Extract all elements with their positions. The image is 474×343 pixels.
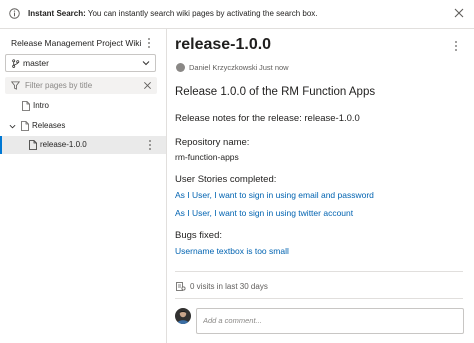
close-icon[interactable] [454, 8, 464, 18]
user-avatar [175, 308, 191, 324]
banner-text: Instant Search: You can instantly search… [28, 9, 318, 18]
more-actions-icon[interactable] [146, 139, 154, 151]
repository-name: rm-function-apps [175, 152, 239, 162]
filter-box [5, 77, 157, 94]
author-avatar [176, 63, 185, 72]
filter-pages-input[interactable] [25, 79, 137, 92]
content-heading: Release 1.0.0 of the RM Function Apps [175, 86, 376, 98]
page-visits[interactable]: 0 visits in last 30 days [190, 282, 268, 291]
branch-label: master [23, 58, 49, 68]
filter-icon [11, 81, 20, 90]
more-actions-icon[interactable] [145, 37, 153, 49]
info-icon [9, 8, 20, 19]
page-icon [22, 101, 30, 111]
page-title: release-1.0.0 [175, 36, 272, 53]
page-icon [29, 140, 37, 150]
user-stories-label: User Stories completed: [175, 174, 277, 185]
tree-item-label: Releases [32, 121, 66, 130]
chevron-down-icon[interactable] [9, 123, 16, 130]
tree-item-releases[interactable]: Releases [0, 117, 166, 135]
user-story-link[interactable]: As I User, I want to sign in using twitt… [175, 208, 353, 218]
instant-search-banner: Instant Search: You can instantly search… [0, 0, 474, 29]
tree-item-label: release-1.0.0 [40, 140, 87, 149]
more-actions-icon[interactable] [452, 40, 460, 52]
branch-icon [12, 59, 20, 68]
divider [175, 271, 463, 272]
bug-link[interactable]: Username textbox is too small [175, 246, 289, 256]
author-name[interactable]: Daniel Krzyczkowski [189, 63, 257, 72]
tree-item-label: Intro [33, 101, 50, 110]
release-notes-intro: Release notes for the release: release-1… [175, 113, 360, 124]
user-story-link[interactable]: As I User, I want to sign in using email… [175, 190, 374, 200]
branch-selector[interactable]: master [5, 54, 156, 72]
wiki-sidebar: Release Management Project Wiki master F… [0, 29, 167, 343]
bugs-fixed-label: Bugs fixed: [175, 230, 222, 241]
divider [175, 298, 463, 299]
visits-icon [176, 282, 186, 291]
repository-label: Repository name: [175, 137, 250, 148]
chevron-down-icon [142, 61, 150, 66]
clear-filter-icon[interactable] [143, 81, 152, 90]
wiki-title[interactable]: Release Management Project Wiki [11, 38, 141, 48]
last-edited-time: Just now [259, 63, 289, 72]
comment-box [196, 308, 464, 334]
tree-item-release-1-0-0[interactable]: release-1.0.0 [0, 136, 166, 154]
tree-item-intro[interactable]: Intro [0, 97, 166, 115]
page-icon [21, 121, 29, 131]
add-comment-input[interactable] [203, 314, 453, 327]
